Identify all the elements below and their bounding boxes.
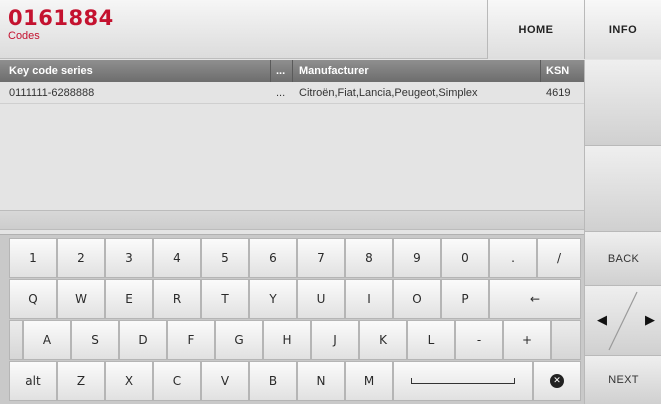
key-c[interactable]: C [153,361,201,401]
key-r[interactable]: R [153,279,201,319]
key-v[interactable]: V [201,361,249,401]
key-k[interactable]: K [359,320,407,360]
cell-ksn: 4619 [546,87,571,99]
key-l[interactable]: L [407,320,455,360]
column-divider [270,60,271,82]
key-h[interactable]: H [263,320,311,360]
key-backspace[interactable]: ← [489,279,581,319]
cell-manufacturer: Citroën,Fiat,Lancia,Peugeot,Simplex [299,87,478,99]
arrow-navigation[interactable]: ◀ ▶ [585,286,661,356]
column-divider [292,60,293,82]
header-bar: 0161884 Codes HOME INFO [0,0,661,59]
key-u[interactable]: U [297,279,345,319]
key-e[interactable]: E [105,279,153,319]
key-w[interactable]: W [57,279,105,319]
cell-key-code-series: 0111111-6288888 [9,87,95,99]
key-x[interactable]: X [105,361,153,401]
cell-more: ... [276,87,286,99]
key-slash[interactable]: / [537,238,581,278]
codes-table: Key code series ... Manufacturer KSN 011… [0,60,584,230]
key-space[interactable] [393,361,533,401]
key-y[interactable]: Y [249,279,297,319]
key-p[interactable]: P [441,279,489,319]
key-g[interactable]: G [215,320,263,360]
key-6[interactable]: 6 [249,238,297,278]
side-panel: BACK ◀ ▶ NEXT [584,60,661,404]
back-button[interactable]: BACK [585,232,661,286]
info-button[interactable]: INFO [584,0,661,59]
table-row[interactable]: 0111111-6288888 ... Citroën,Fiat,Lancia,… [0,82,584,104]
key-9[interactable]: 9 [393,238,441,278]
key-alt[interactable]: alt [9,361,57,401]
key-a[interactable]: A [23,320,71,360]
column-header-ksn[interactable]: KSN [546,60,569,82]
key-5[interactable]: 5 [201,238,249,278]
key-0[interactable]: 0 [441,238,489,278]
column-divider [540,60,541,82]
key-z[interactable]: Z [57,361,105,401]
table-footer-bar [0,210,584,230]
next-button[interactable]: NEXT [585,356,661,404]
column-header-more[interactable]: ... [276,60,285,82]
key-t[interactable]: T [201,279,249,319]
key-4[interactable]: 4 [153,238,201,278]
key-b[interactable]: B [249,361,297,401]
key-period[interactable]: . [489,238,537,278]
key-minus[interactable]: - [455,320,503,360]
delete-circle-icon: ✕ [550,374,564,388]
arrow-divider [608,291,638,351]
key-delete[interactable]: ✕ [533,361,581,401]
on-screen-keyboard: 1 2 3 4 5 6 7 8 9 0 . / Q W E R T Y U I … [0,234,584,404]
side-blank-button-1[interactable] [585,60,661,146]
column-header-manufacturer[interactable]: Manufacturer [299,60,369,82]
arrow-right-icon[interactable]: ▶ [645,312,655,328]
side-blank-button-2[interactable] [585,146,661,232]
key-7[interactable]: 7 [297,238,345,278]
key-f[interactable]: F [167,320,215,360]
home-button[interactable]: HOME [487,0,584,59]
key-d[interactable]: D [119,320,167,360]
key-plus[interactable]: + [503,320,551,360]
key-1[interactable]: 1 [9,238,57,278]
key-n[interactable]: N [297,361,345,401]
code-number: 0161884 [8,6,114,30]
arrow-left-icon[interactable]: ◀ [597,312,607,328]
key-3[interactable]: 3 [105,238,153,278]
code-subtitle: Codes [8,30,40,42]
key-i[interactable]: I [345,279,393,319]
key-row3-spacer-right [551,320,581,360]
code-title: 0161884 Codes [8,6,128,54]
key-2[interactable]: 2 [57,238,105,278]
column-header-key-code-series[interactable]: Key code series [9,60,93,82]
table-header: Key code series ... Manufacturer KSN [0,60,584,82]
key-q[interactable]: Q [9,279,57,319]
key-s[interactable]: S [71,320,119,360]
key-o[interactable]: O [393,279,441,319]
key-row3-spacer [9,320,23,360]
key-m[interactable]: M [345,361,393,401]
space-bar-icon [411,378,515,384]
key-j[interactable]: J [311,320,359,360]
key-8[interactable]: 8 [345,238,393,278]
